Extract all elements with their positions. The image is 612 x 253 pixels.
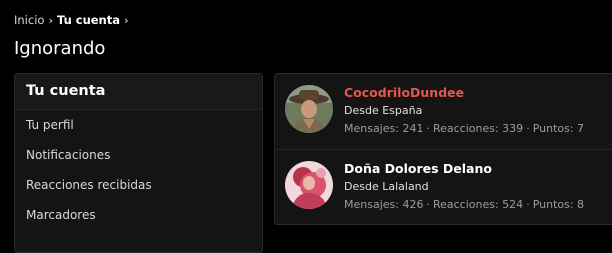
avatar[interactable]: [285, 85, 333, 133]
breadcrumb: Inicio › Tu cuenta ›: [14, 13, 129, 27]
separator-dot: ·: [426, 122, 430, 135]
member-location: Desde España: [344, 104, 423, 117]
avatar[interactable]: [285, 161, 333, 209]
member-name-link[interactable]: CocodriloDundee: [344, 85, 464, 100]
sidebar-item-reactions-received[interactable]: Reacciones recibidas: [15, 170, 262, 200]
member-stats: Mensajes: 241 · Reacciones: 339 · Puntos: 7: [344, 122, 584, 135]
page-title: Ignorando: [14, 38, 106, 59]
separator-dot: ·: [526, 122, 530, 135]
sidebar-header: Tu cuenta: [15, 74, 262, 110]
messages-count: Mensajes: 241: [344, 122, 424, 135]
points-count: Puntos: 7: [532, 122, 585, 135]
chevron-right-icon: ›: [124, 13, 129, 27]
breadcrumb-current-link[interactable]: Tu cuenta: [57, 13, 120, 27]
reactions-count: Reacciones: 339: [432, 122, 524, 135]
reactions-count: Reacciones: 524: [432, 198, 524, 211]
sidebar-item-notifications[interactable]: Notificaciones: [15, 140, 262, 170]
list-item: Doña Dolores Delano Desde Lalaland Mensa…: [275, 149, 612, 224]
member-location: Desde Lalaland: [344, 180, 429, 193]
sidebar-item-bookmarks[interactable]: Marcadores: [15, 200, 262, 230]
account-sidebar: Tu cuenta Tu perfil Notificaciones Reacc…: [14, 73, 263, 253]
ignored-members-list: CocodriloDundee Desde España Mensajes: 2…: [274, 73, 612, 225]
member-stats: Mensajes: 426 · Reacciones: 524 · Puntos: 8: [344, 198, 584, 211]
member-name-link[interactable]: Doña Dolores Delano: [344, 161, 492, 176]
sidebar-item-profile[interactable]: Tu perfil: [15, 110, 262, 140]
chevron-right-icon: ›: [48, 13, 53, 27]
separator-dot: ·: [426, 198, 430, 211]
messages-count: Mensajes: 426: [344, 198, 424, 211]
separator-dot: ·: [526, 198, 530, 211]
points-count: Puntos: 8: [532, 198, 585, 211]
breadcrumb-home-link[interactable]: Inicio: [14, 13, 44, 27]
list-item: CocodriloDundee Desde España Mensajes: 2…: [275, 74, 612, 149]
